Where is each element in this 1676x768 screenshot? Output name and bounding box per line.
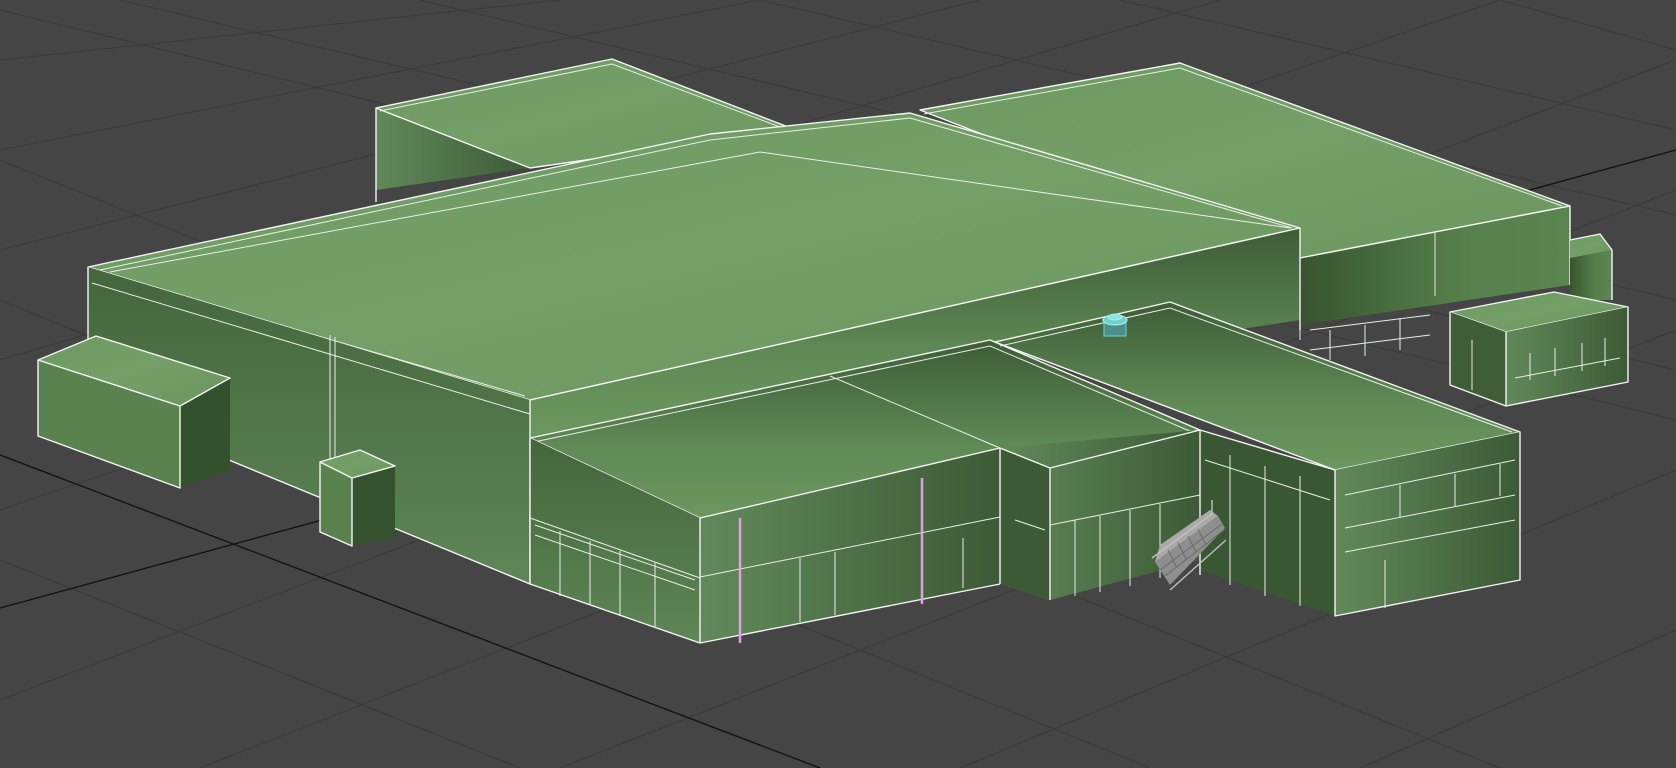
3d-viewport[interactable]	[0, 0, 1676, 768]
rooftop-unit[interactable]	[1102, 313, 1128, 337]
viewport-canvas[interactable]	[0, 0, 1676, 768]
building-model[interactable]	[37, 58, 1629, 644]
